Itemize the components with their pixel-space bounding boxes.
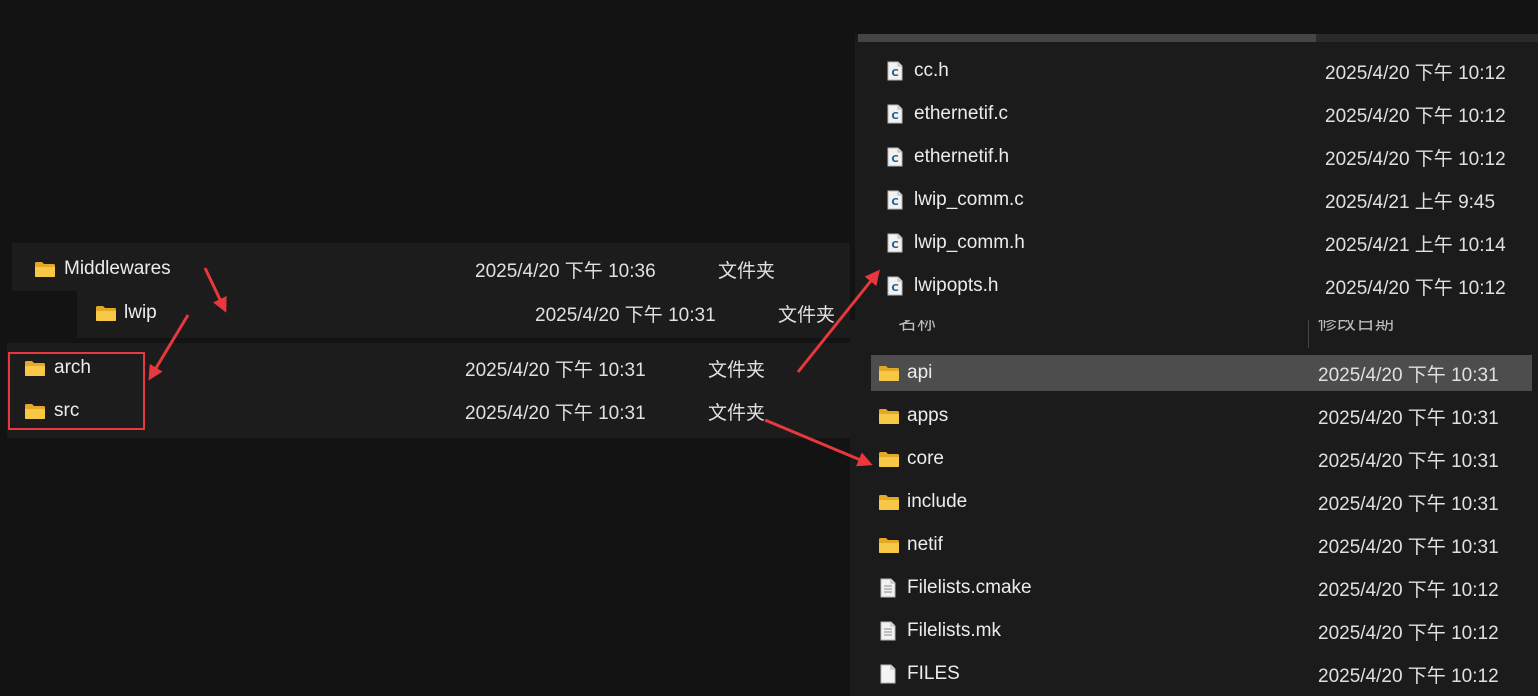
folder-row[interactable]: api 2025/4/20 下午 10:31 [871,355,1532,391]
file-row[interactable]: cc.h 2025/4/20 下午 10:12 [855,53,1538,89]
item-name: api [907,362,933,383]
modified-date: 2025/4/20 下午 10:31 [465,359,646,381]
item-type: 文件夹 [708,402,766,424]
item-name: FILES [907,663,960,684]
modified-date: 2025/4/20 下午 10:12 [1318,579,1499,601]
folder-row-lwip[interactable]: lwip 2025/4/20 下午 10:31 文件夹 [77,295,850,331]
middlewares-panel: Middlewares 2025/4/20 下午 10:36 文件夹 [12,243,850,291]
file-row[interactable]: ethernetif.c 2025/4/20 下午 10:12 [855,96,1538,132]
highlight-box [8,352,145,430]
modified-date: 2025/4/21 上午 9:45 [1325,191,1496,213]
item-name: include [907,491,968,512]
file-name: cc.h [914,60,949,81]
modified-date: 2025/4/20 下午 10:31 [1318,407,1499,429]
text-file-icon [880,621,896,641]
modified-date: 2025/4/20 下午 10:31 [1318,536,1499,558]
modified-date: 2025/4/20 下午 10:12 [1325,105,1506,127]
folder-icon [95,305,117,322]
modified-date: 2025/4/20 下午 10:31 [1318,493,1499,515]
folder-icon [34,261,56,278]
modified-date: 2025/4/20 下午 10:12 [1325,148,1506,170]
file-name: ethernetif.h [914,146,1010,167]
file-row[interactable]: FILES 2025/4/20 下午 10:12 [850,656,1538,692]
column-header-name[interactable]: 名称 [898,320,936,335]
file-name: lwip_comm.c [914,189,1024,210]
folder-icon [878,451,900,468]
folder-name: Middlewares [64,258,171,279]
src-contents-panel: 名称 修改日期 api 2025/4/20 下午 10:31 apps 2025/4/… [850,320,1538,696]
blank-file-icon [880,664,896,684]
c-file-icon [887,61,903,81]
file-name: lwip_comm.h [914,232,1025,253]
folder-row-middlewares[interactable]: Middlewares 2025/4/20 下午 10:36 文件夹 [12,251,850,287]
folder-row[interactable]: apps 2025/4/20 下午 10:31 [850,398,1538,434]
file-name: ethernetif.c [914,103,1008,124]
modified-date: 2025/4/20 下午 10:12 [1325,277,1506,299]
file-row[interactable]: Filelists.mk 2025/4/20 下午 10:12 [850,613,1538,649]
folder-row[interactable]: netif 2025/4/20 下午 10:31 [850,527,1538,563]
item-type: 文件夹 [708,359,766,381]
folder-icon [878,365,900,382]
item-name: netif [907,534,943,555]
modified-date: 2025/4/21 上午 10:14 [1325,234,1506,256]
modified-date: 2025/4/20 下午 10:12 [1325,62,1506,84]
modified-date: 2025/4/20 下午 10:31 [465,402,646,424]
modified-date: 2025/4/20 下午 10:12 [1318,622,1499,644]
modified-date: 2025/4/20 下午 10:31 [1318,364,1499,386]
item-type: 文件夹 [718,260,776,282]
file-name: lwipopts.h [914,275,999,296]
folder-icon [878,494,900,511]
column-divider [1308,320,1309,348]
file-row[interactable]: ethernetif.h 2025/4/20 下午 10:12 [855,139,1538,175]
file-row[interactable]: lwip_comm.h 2025/4/21 上午 10:14 [855,225,1538,261]
text-file-icon [880,578,896,598]
file-row[interactable]: lwipopts.h 2025/4/20 下午 10:12 [855,268,1538,304]
folder-icon [878,408,900,425]
c-file-icon [887,147,903,167]
folder-row[interactable]: core 2025/4/20 下午 10:31 [850,441,1538,477]
modified-date: 2025/4/20 下午 10:12 [1318,665,1499,687]
c-file-icon [887,104,903,124]
arch-contents-panel: cc.h 2025/4/20 下午 10:12 ethernetif.c 2025/4… [855,34,1538,320]
scroll-strip [858,34,1316,42]
modified-date: 2025/4/20 下午 10:31 [1318,450,1499,472]
file-row[interactable]: Filelists.cmake 2025/4/20 下午 10:12 [850,570,1538,606]
c-file-icon [887,276,903,296]
folder-name: lwip [124,302,157,323]
modified-date: 2025/4/20 下午 10:31 [535,304,716,326]
scroll-strip-right [1316,34,1538,42]
item-name: Filelists.mk [907,620,1001,641]
folder-row[interactable]: include 2025/4/20 下午 10:31 [850,484,1538,520]
c-file-icon [887,190,903,210]
item-name: apps [907,405,949,426]
lwip-panel: lwip 2025/4/20 下午 10:31 文件夹 [77,290,850,338]
column-header: 名称 修改日期 [850,320,1538,348]
item-type: 文件夹 [778,304,836,326]
c-file-icon [887,233,903,253]
folder-icon [878,537,900,554]
column-header-date[interactable]: 修改日期 [1318,320,1394,335]
item-name: Filelists.cmake [907,577,1032,598]
modified-date: 2025/4/20 下午 10:36 [475,260,656,282]
item-name: core [907,448,944,469]
file-row[interactable]: lwip_comm.c 2025/4/21 上午 9:45 [855,182,1538,218]
